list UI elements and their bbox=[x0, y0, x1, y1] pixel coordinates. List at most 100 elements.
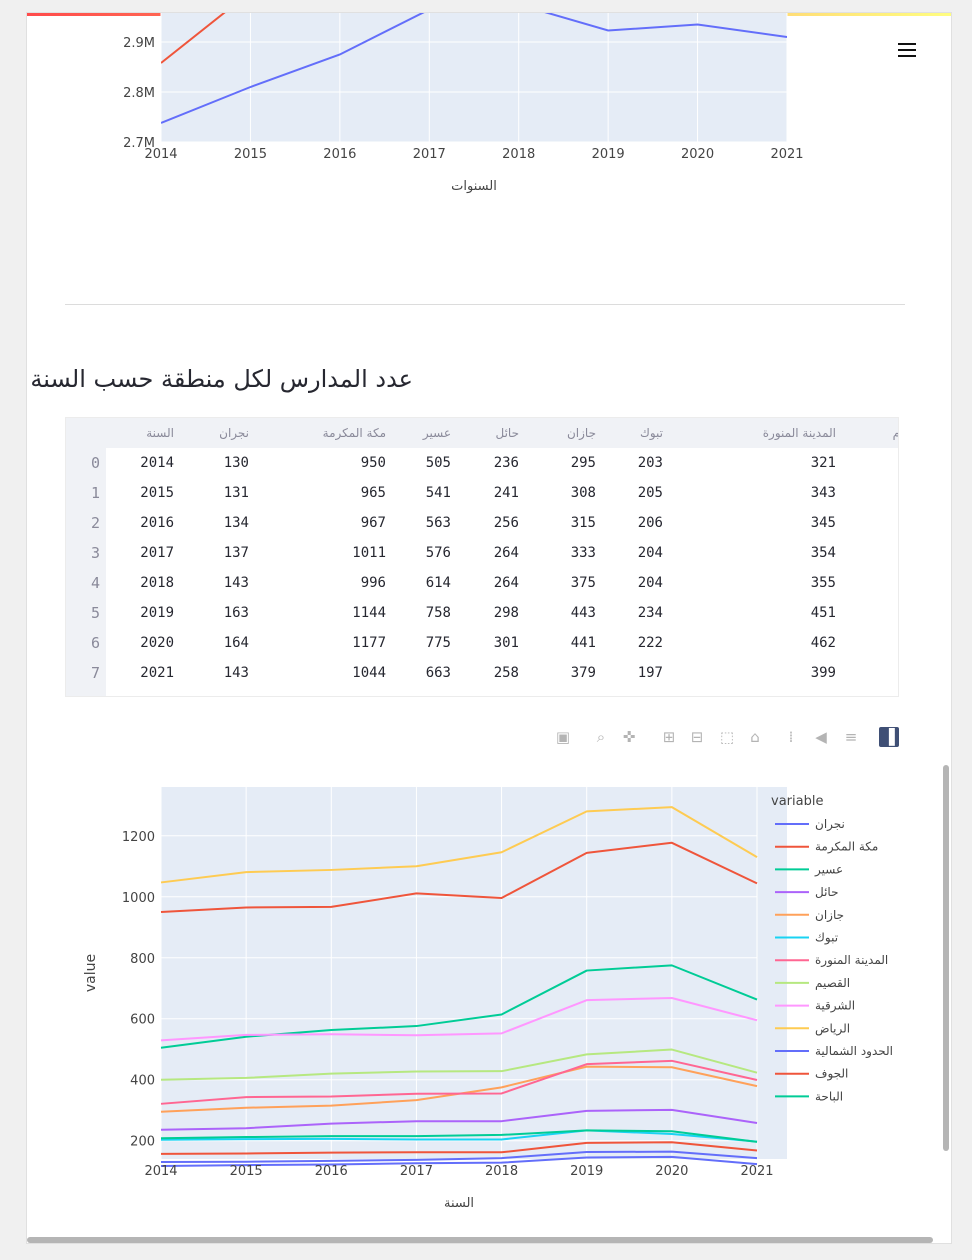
top-chart-x-tick-label: 2021 bbox=[770, 147, 803, 162]
table-cell[interactable]: 130 bbox=[169, 448, 249, 478]
hover-compare-icon[interactable]: ≡ bbox=[841, 727, 861, 747]
table-cell[interactable]: 206 bbox=[583, 508, 663, 538]
table-cell[interactable]: 2014 bbox=[94, 448, 174, 478]
table-cell[interactable]: 204 bbox=[583, 568, 663, 598]
table-cell[interactable]: 197 bbox=[583, 658, 663, 688]
table-cell[interactable]: 143 bbox=[169, 658, 249, 688]
chart-y-tick-label: 800 bbox=[130, 952, 155, 967]
table-header-cell[interactable]: تبوك bbox=[543, 418, 663, 448]
legend-label[interactable]: تبوك bbox=[815, 931, 838, 946]
table-cell[interactable]: 137 bbox=[169, 538, 249, 568]
legend-label[interactable]: الحدود الشمالية bbox=[815, 1044, 893, 1059]
table-cell[interactable]: 2020 bbox=[94, 628, 174, 658]
table-cell[interactable]: 204 bbox=[583, 538, 663, 568]
table-cell[interactable]: 256 bbox=[439, 508, 519, 538]
table-cell[interactable]: 205 bbox=[583, 478, 663, 508]
table-header-cell[interactable]: م bbox=[780, 418, 898, 448]
table-cell[interactable]: 234 bbox=[583, 598, 663, 628]
pan-icon[interactable]: ✜ bbox=[619, 727, 639, 747]
zoom-in-icon[interactable]: ⊞ bbox=[659, 727, 679, 747]
table-header-cell[interactable]: نجران bbox=[129, 418, 249, 448]
legend-label[interactable]: الشرقية bbox=[815, 999, 855, 1014]
table-cell[interactable]: 2019 bbox=[94, 598, 174, 628]
table-cell[interactable]: 355 bbox=[756, 568, 836, 598]
chart-y-tick-label: 1000 bbox=[122, 891, 155, 906]
legend-label[interactable]: المدينة المنورة bbox=[815, 953, 888, 968]
section-divider bbox=[65, 304, 905, 305]
chart-x-tick-label: 2018 bbox=[485, 1164, 518, 1179]
table-cell[interactable]: 163 bbox=[169, 598, 249, 628]
table-cell[interactable]: 134 bbox=[169, 508, 249, 538]
top-chart-plot-area bbox=[161, 13, 787, 142]
table-cell[interactable]: 399 bbox=[756, 658, 836, 688]
table-cell[interactable]: 2021 bbox=[94, 658, 174, 688]
table-cell[interactable]: 164 bbox=[169, 628, 249, 658]
table-cell[interactable]: 203 bbox=[583, 448, 663, 478]
table-cell[interactable]: 343 bbox=[756, 478, 836, 508]
table-cell[interactable]: 462 bbox=[756, 628, 836, 658]
table-cell[interactable]: 264 bbox=[439, 568, 519, 598]
top-chart-x-tick-label: 2014 bbox=[144, 147, 177, 162]
chart-x-tick-label: 2019 bbox=[570, 1164, 603, 1179]
table-cell[interactable]: 131 bbox=[169, 478, 249, 508]
legend-label[interactable]: عسير bbox=[814, 862, 843, 877]
top-chart-x-tick-label: 2019 bbox=[592, 147, 625, 162]
spike-lines-icon[interactable]: ⁞ bbox=[781, 727, 801, 747]
chart-y-tick-label: 200 bbox=[130, 1135, 155, 1150]
legend-label[interactable]: الباحة bbox=[815, 1089, 843, 1103]
legend-title: variable bbox=[771, 794, 823, 809]
chart-x-tick-label: 2020 bbox=[655, 1164, 688, 1179]
zoom-out-icon[interactable]: ⊟ bbox=[687, 727, 707, 747]
zoom-icon[interactable]: ⌕ bbox=[591, 727, 611, 747]
table-cell[interactable]: 2018 bbox=[94, 568, 174, 598]
top-chart-x-tick-label: 2016 bbox=[323, 147, 356, 162]
table-cell[interactable]: 241 bbox=[439, 478, 519, 508]
table-cell[interactable]: 143 bbox=[169, 568, 249, 598]
plotly-logo-icon[interactable]: ▐ bbox=[879, 727, 899, 747]
chart-x-tick-label: 2021 bbox=[740, 1164, 773, 1179]
autoscale-icon[interactable]: ⬚ bbox=[717, 727, 737, 747]
chart-y-tick-label: 600 bbox=[130, 1013, 155, 1028]
legend-label[interactable]: حائل bbox=[815, 885, 839, 899]
top-chart-x-tick-label: 2020 bbox=[681, 147, 714, 162]
chart-modebar: ▣ ⌕ ✜ ⊞ ⊟ ⬚ ⌂ ⁞ ◀ ≡ ▐ bbox=[551, 727, 907, 749]
table-cell[interactable]: 2017 bbox=[94, 538, 174, 568]
chart-y-tick-label: 1200 bbox=[122, 830, 155, 845]
data-table[interactable]: 01234567 السنة نجران مكة المكرمة عسير حائل جا… bbox=[65, 417, 899, 697]
hover-closest-icon[interactable]: ◀ bbox=[811, 727, 831, 747]
table-cell[interactable]: 345 bbox=[756, 508, 836, 538]
table-cell[interactable]: 258 bbox=[439, 658, 519, 688]
hamburger-menu-icon[interactable] bbox=[895, 39, 919, 63]
chart-x-axis-title: السنة bbox=[444, 1196, 474, 1211]
legend-label[interactable]: مكة المكرمة bbox=[815, 840, 878, 855]
chart-x-tick-label: 2014 bbox=[144, 1164, 177, 1179]
camera-icon[interactable]: ▣ bbox=[553, 727, 573, 747]
table-cell[interactable]: 451 bbox=[756, 598, 836, 628]
table-cell[interactable]: 222 bbox=[583, 628, 663, 658]
table-cell[interactable]: 236 bbox=[439, 448, 519, 478]
top-line-chart: 2.7M2.8M2.9M 2014 2015 2016 2017 2018 2019 202… bbox=[123, 13, 804, 194]
chart-legend: نجران مكة المكرمة عسير حائل جازان تبوك المدينة… bbox=[775, 817, 893, 1103]
table-header-row: السنة نجران مكة المكرمة عسير حائل جازان تبوك ال… bbox=[106, 418, 898, 448]
table-cell[interactable]: 264 bbox=[439, 538, 519, 568]
table-cell[interactable]: 354 bbox=[756, 538, 836, 568]
legend-label[interactable]: الجوف bbox=[815, 1067, 848, 1082]
chart-y-tick-label: 400 bbox=[130, 1074, 155, 1089]
table-cell[interactable]: 2016 bbox=[94, 508, 174, 538]
horizontal-scrollbar[interactable] bbox=[27, 1237, 933, 1243]
table-cell[interactable]: 298 bbox=[439, 598, 519, 628]
vertical-scrollbar[interactable] bbox=[943, 765, 949, 1151]
table-cell[interactable]: 301 bbox=[439, 628, 519, 658]
section-title: عدد المدارس لكل منطقة حسب السنة bbox=[30, 365, 413, 393]
legend-label[interactable]: نجران bbox=[815, 817, 845, 832]
reset-axes-icon[interactable]: ⌂ bbox=[745, 727, 765, 747]
legend-label[interactable]: الرياض bbox=[815, 1021, 850, 1036]
top-chart-x-tick-label: 2017 bbox=[413, 147, 446, 162]
table-cell[interactable]: 321 bbox=[756, 448, 836, 478]
legend-label[interactable]: جازان bbox=[815, 908, 844, 923]
chart-y-axis-title: value bbox=[83, 954, 99, 992]
chart-x-tick-label: 2017 bbox=[400, 1164, 433, 1179]
app-container: 2.7M 2.8M 2.9M 2014 2015 2016 2017 2018 2019 202… bbox=[26, 12, 952, 1244]
table-cell[interactable]: 2015 bbox=[94, 478, 174, 508]
legend-label[interactable]: القصيم bbox=[815, 976, 850, 990]
